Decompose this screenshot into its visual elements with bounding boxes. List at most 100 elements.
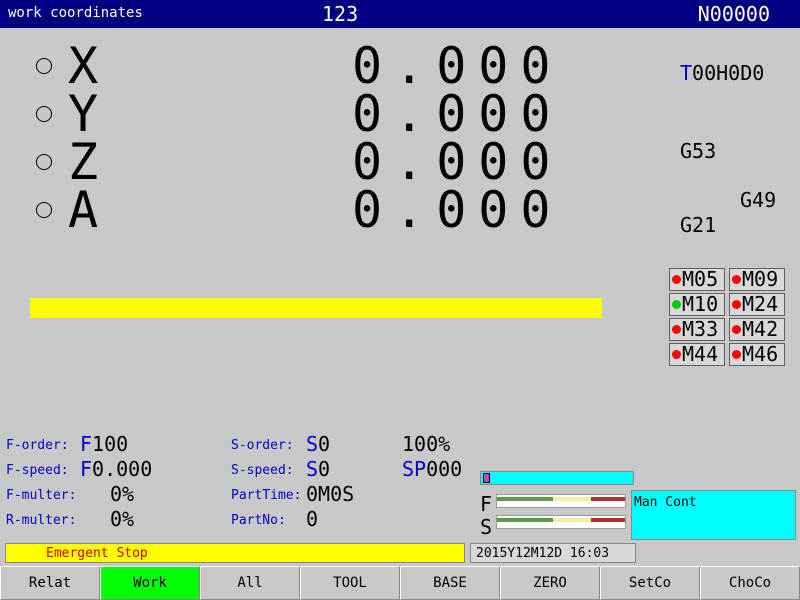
s-speed-value: S0	[306, 457, 330, 481]
axis-value: 0.000	[352, 37, 563, 95]
status-dot-icon	[732, 350, 741, 359]
mcode-indicator: M42	[729, 318, 785, 341]
softkey-all[interactable]: All	[200, 566, 300, 600]
axis-select-radio-z[interactable]	[36, 154, 52, 170]
status-dot-icon	[672, 325, 681, 334]
status-dot-icon	[732, 300, 741, 309]
axis-name: A	[68, 181, 99, 239]
tool-info: T00H0D0	[680, 61, 764, 85]
f-order-value: F100	[80, 432, 128, 456]
datetime-display: 2015Y12M12D 16:03	[470, 543, 636, 563]
sp-prefix: SP	[402, 457, 427, 481]
s-order-label: S-order:	[231, 438, 294, 453]
mcode-indicator: M24	[729, 293, 785, 316]
tool-code: 00H0D0	[692, 61, 765, 85]
axis-row-x: X 0.000	[0, 37, 650, 95]
f-order-label: F-order:	[6, 438, 69, 453]
mcode-indicator: M09	[729, 268, 785, 291]
f-order-number: 100	[92, 432, 129, 456]
s-order-value: S0	[306, 432, 330, 456]
softkey-choco[interactable]: ChoCo	[700, 566, 800, 600]
message-bar	[30, 298, 602, 318]
operation-mode-panel: Man Cont	[631, 490, 796, 540]
mcode-label: M05	[682, 267, 719, 291]
tool-prefix: T	[680, 61, 693, 85]
parttime-value: 0M0S	[306, 482, 355, 506]
progress-fill	[483, 473, 490, 483]
f-multer-label: F-multer:	[6, 488, 77, 503]
spindle-meter-label: S	[480, 515, 493, 539]
axis-value: 0.000	[352, 181, 563, 239]
f-prefix: F	[80, 432, 93, 456]
screen-mode-title: work coordinates	[8, 5, 143, 21]
mcode-label: M09	[742, 267, 779, 291]
s-prefix: S	[306, 432, 319, 456]
mcode-label: M42	[742, 317, 779, 341]
softkey-relat[interactable]: Relat	[0, 566, 100, 600]
status-dot-icon	[672, 300, 681, 309]
meter-red-zone	[591, 518, 625, 522]
axis-select-radio-x[interactable]	[36, 58, 52, 74]
feed-meter	[496, 494, 626, 508]
status-dot-icon	[672, 275, 681, 284]
f-speed-label: F-speed:	[6, 463, 69, 478]
f-speed-number: 0.000	[92, 457, 153, 481]
meter-green-zone	[497, 518, 553, 522]
mcode-label: M33	[682, 317, 719, 341]
mcode-label: M24	[742, 292, 779, 316]
axis-name: Z	[68, 133, 99, 191]
axis-value: 0.000	[352, 85, 563, 143]
meter-yellow-zone	[553, 497, 591, 501]
axis-select-radio-y[interactable]	[36, 106, 52, 122]
spindle-meter	[496, 515, 626, 529]
title-bar: work coordinates 123 N00000	[0, 0, 800, 28]
axis-name: Y	[68, 85, 99, 143]
f-speed-value: F0.000	[80, 457, 152, 481]
softkey-base[interactable]: BASE	[400, 566, 500, 600]
status-dot-icon	[732, 325, 741, 334]
alarm-status: Emergent Stop	[5, 543, 465, 563]
mcode-label: M10	[682, 292, 719, 316]
f-multer-value: 0%	[110, 482, 135, 506]
gcode-tool-length: G49	[740, 188, 777, 212]
softkey-setco[interactable]: SetCo	[600, 566, 700, 600]
softkey-zero[interactable]: ZERO	[500, 566, 600, 600]
axis-row-a: A 0.000	[0, 181, 650, 239]
softkey-bar: Relat Work All TOOL BASE ZERO SetCo ChoC…	[0, 566, 800, 600]
s-speed-number: 0	[318, 457, 331, 481]
mcode-label: M46	[742, 342, 779, 366]
program-number: 123	[322, 2, 359, 26]
parttime-label: PartTime:	[231, 488, 302, 503]
sp-number: 000	[426, 457, 463, 481]
spindle-percent: 100%	[402, 432, 451, 456]
feed-meter-label: F	[480, 492, 493, 516]
partno-value: 0	[306, 507, 319, 531]
gcode-units: G21	[680, 213, 717, 237]
axis-row-y: Y 0.000	[0, 85, 650, 143]
block-number: N00000	[697, 2, 770, 26]
meter-green-zone	[497, 497, 553, 501]
s-prefix: S	[306, 457, 319, 481]
mcode-indicator: M10	[669, 293, 725, 316]
mcode-label: M44	[682, 342, 719, 366]
axis-select-radio-a[interactable]	[36, 202, 52, 218]
axis-name: X	[68, 37, 99, 95]
sp-value: SP000	[402, 457, 462, 481]
mcode-indicator: M44	[669, 343, 725, 366]
mcode-indicator: M33	[669, 318, 725, 341]
s-order-number: 0	[318, 432, 331, 456]
softkey-tool[interactable]: TOOL	[300, 566, 400, 600]
gcode-coord: G53	[680, 139, 717, 163]
softkey-work[interactable]: Work	[100, 566, 200, 600]
status-dot-icon	[732, 275, 741, 284]
status-dot-icon	[672, 350, 681, 359]
r-multer-label: R-multer:	[6, 513, 77, 528]
mcode-indicator: M05	[669, 268, 725, 291]
axis-row-z: Z 0.000	[0, 133, 650, 191]
meter-red-zone	[591, 497, 625, 501]
partno-label: PartNo:	[231, 513, 286, 528]
mcode-indicator: M46	[729, 343, 785, 366]
r-multer-value: 0%	[110, 507, 135, 531]
program-progress-bar	[480, 471, 634, 485]
s-speed-label: S-speed:	[231, 463, 294, 478]
